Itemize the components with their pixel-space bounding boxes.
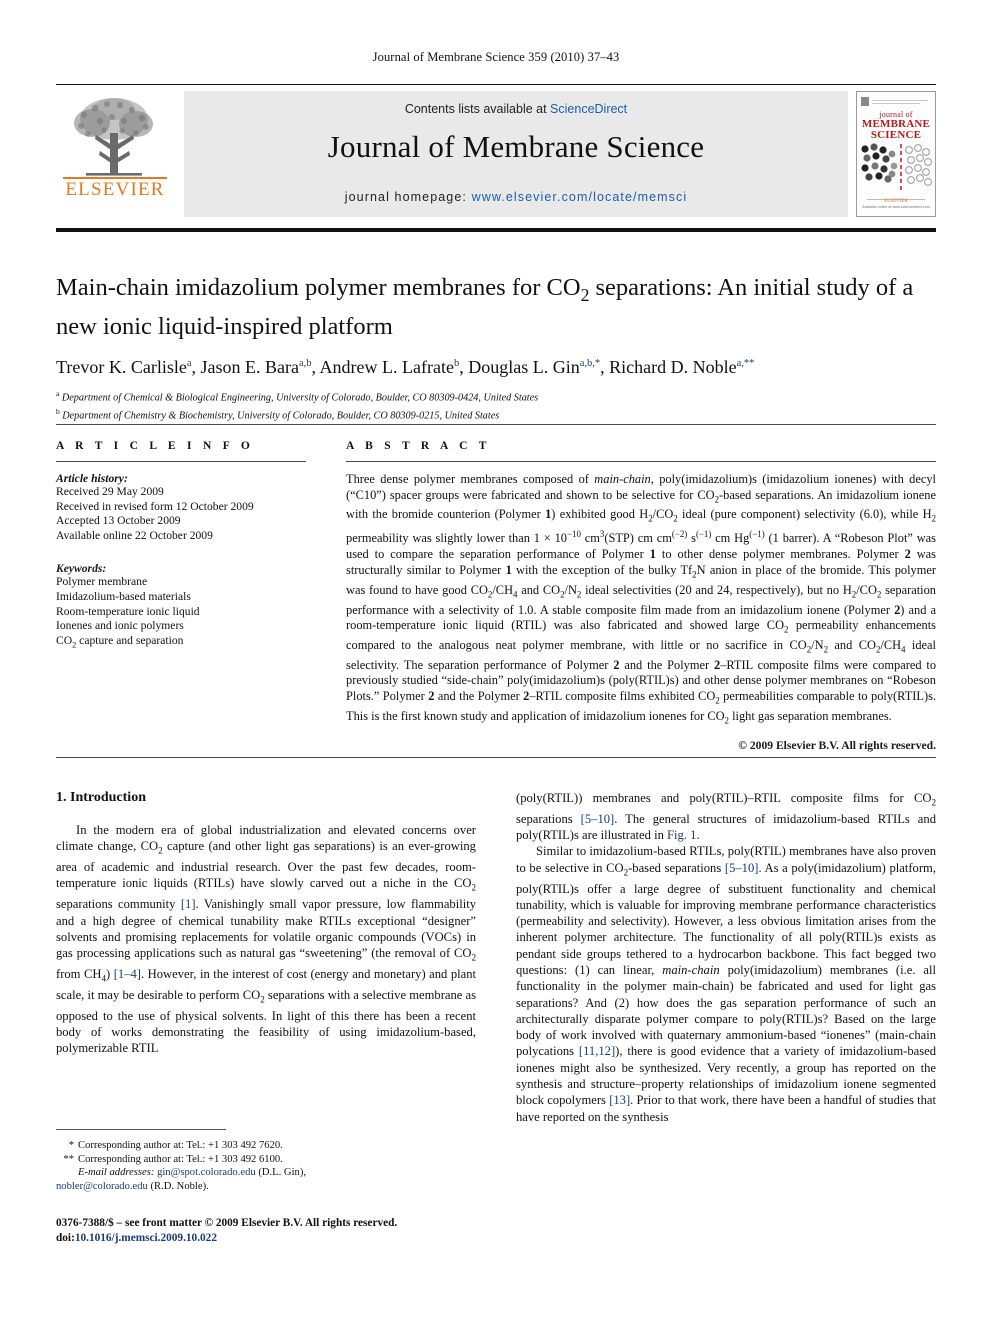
article-info-rule — [56, 461, 306, 462]
abstract-copyright: © 2009 Elsevier B.V. All rights reserved… — [738, 738, 936, 752]
intro-paragraph-1: In the modern era of global industrializ… — [56, 823, 477, 1056]
section-heading-introduction: 1. Introduction — [56, 790, 146, 805]
masthead-bottom-rule — [56, 228, 936, 232]
footnote-mark: * — [68, 1140, 74, 1151]
elsevier-tree-icon — [74, 98, 153, 176]
citation-link[interactable]: [13] — [609, 1093, 630, 1107]
journal-cover-thumbnail: journal of MEMBRANE SCIENCE ELSEVIER Ava… — [856, 91, 936, 217]
citation-link[interactable]: [1–4] — [114, 967, 141, 981]
article-history-item: Available online 22 October 2009 — [56, 528, 213, 542]
intro-paragraph-2: Similar to imidazolium-based RTILs, poly… — [516, 844, 936, 1124]
journal-homepage-link[interactable]: www.elsevier.com/locate/memsci — [472, 190, 688, 204]
cover-artwork-icon — [861, 143, 932, 190]
email-addresses-label: E-mail addresses: — [78, 1167, 155, 1179]
intro-paragraph-1-continued: (poly(RTIL)) membranes and poly(RTIL)–RT… — [516, 791, 936, 843]
article-info-heading: A R T I C L E I N F O — [56, 440, 255, 452]
affiliation-item: b Department of Chemistry & Biochemistry… — [56, 405, 936, 423]
elsevier-logo: ELSEVIER — [56, 91, 174, 217]
email-owner-noble: (R.D. Noble). — [150, 1180, 209, 1192]
affiliation-mark: a — [56, 388, 60, 398]
abstract-heading: A B S T R A C T — [346, 440, 491, 452]
doi-label: doi: — [56, 1231, 75, 1244]
article-page: Journal of Membrane Science 359 (2010) 3… — [0, 0, 992, 1323]
affiliation-text: Department of Chemical & Biological Engi… — [61, 392, 539, 404]
body-column-right: (poly(RTIL)) membranes and poly(RTIL)–RT… — [516, 790, 936, 1125]
keyword-item: Polymer membrane — [56, 575, 148, 589]
email-link-gin[interactable]: gin@spot.colorado.edu — [157, 1167, 256, 1178]
cover-footer-note: Available online at www.sciencedirect.co… — [862, 205, 930, 209]
author-name: Andrew L. Lafrate — [319, 356, 454, 377]
citation-link[interactable]: [1] — [181, 897, 196, 911]
affiliation-list: a Department of Chemical & Biological En… — [56, 387, 936, 423]
keywords-block: Keywords: Polymer membrane Imidazolium-b… — [56, 562, 306, 652]
author-name: Trevor K. Carlisle — [56, 356, 187, 377]
cover-publisher-mark: ELSEVIER — [884, 199, 908, 204]
keywords-label: Keywords: — [56, 562, 107, 576]
citation-link[interactable]: [11,12] — [579, 1044, 615, 1058]
affiliation-mark: b — [56, 406, 60, 416]
author-list: Trevor K. Carlislea, Jason E. Baraa,b, A… — [56, 356, 755, 377]
body-column-left: 1. Introduction In the modern era of glo… — [56, 790, 476, 1056]
sciencedirect-link[interactable]: ScienceDirect — [550, 102, 627, 116]
author-name: Douglas L. Gin — [468, 356, 580, 377]
author-name: Jason E. Bara — [200, 356, 299, 377]
page-title: Main-chain imidazolium polymer membranes… — [56, 272, 936, 343]
keyword-item: Ionenes and ionic polymers — [56, 619, 184, 633]
article-history-item: Accepted 13 October 2009 — [56, 514, 181, 528]
contents-prefix-text: Contents lists available at — [404, 102, 551, 116]
article-history-item: Received 29 May 2009 — [56, 485, 164, 498]
affiliation-item: a Department of Chemical & Biological En… — [56, 387, 936, 405]
affiliation-text: Department of Chemistry & Biochemistry, … — [62, 410, 500, 422]
email-owner-gin: (D.L. Gin), — [258, 1167, 306, 1179]
author-affiliation-mark: b — [453, 357, 460, 369]
abstract-rule — [346, 461, 936, 462]
running-head: Journal of Membrane Science 359 (2010) 3… — [372, 50, 620, 64]
journal-masthead: ELSEVIER Contents lists available at Sci… — [56, 84, 936, 221]
article-history-item: Received in revised form 12 October 2009 — [56, 499, 254, 513]
footnote-divider — [56, 1129, 226, 1130]
author-affiliation-mark: a,b,* — [579, 357, 601, 369]
footnote-emails-2: nobler@colorado.edu (R.D. Noble). — [56, 1180, 476, 1194]
author-affiliation-mark: a — [186, 357, 192, 369]
contents-available-line: Contents lists available at ScienceDirec… — [184, 102, 848, 116]
masthead-center-band: Contents lists available at ScienceDirec… — [184, 91, 848, 217]
footnote-text: Corresponding author at: Tel.: +1 303 49… — [78, 1153, 283, 1165]
title-block: Main-chain imidazolium polymer membranes… — [56, 272, 936, 423]
elsevier-wordmark: ELSEVIER — [65, 179, 165, 200]
figure-link[interactable]: Fig. 1 — [667, 828, 696, 842]
doi-link[interactable]: 10.1016/j.memsci.2009.10.022 — [75, 1232, 217, 1244]
info-band-top-rule — [56, 424, 936, 426]
cover-line-science: SCIENCE — [870, 129, 922, 141]
footnote-text: Corresponding author at: Tel.: +1 303 49… — [78, 1140, 283, 1151]
info-band-bottom-rule — [56, 757, 936, 759]
homepage-label: journal homepage: — [344, 190, 472, 204]
footnote-block: * Corresponding author at: Tel.: +1 303 4… — [56, 1139, 476, 1193]
footnote-item: * Corresponding author at: Tel.: +1 303 4… — [56, 1139, 476, 1153]
citation-link[interactable]: [5–10] — [581, 812, 615, 826]
issn-front-matter: 0376-7388/$ – see front matter © 2009 El… — [56, 1217, 398, 1229]
keyword-item: CO2 capture and separation — [56, 633, 184, 650]
author-affiliation-mark: a,b — [298, 357, 312, 369]
article-history-label: Article history: — [56, 472, 128, 485]
doi-line: doi:10.1016/j.memsci.2009.10.022 — [56, 1231, 486, 1246]
citation-link[interactable]: [5–10] — [725, 861, 759, 875]
abstract-column: A B S T R A C T Three dense polymer memb… — [346, 440, 936, 752]
abstract-text: Three dense polymer membranes composed o… — [346, 472, 937, 726]
author-affiliation-mark: a,** — [736, 357, 755, 369]
email-link-noble[interactable]: nobler@colorado.edu — [56, 1181, 148, 1192]
title-text-part1: Main-chain imidazolium polymer membranes… — [56, 274, 581, 301]
footnote-mark: ** — [63, 1153, 74, 1165]
author-name: Richard D. Noble — [609, 356, 737, 377]
journal-homepage-line: journal homepage: www.elsevier.com/locat… — [184, 190, 848, 204]
keyword-item: Imidazolium-based materials — [56, 589, 191, 603]
article-info-column: A R T I C L E I N F O Article history: R… — [56, 440, 306, 653]
footnote-item: ** Corresponding author at: Tel.: +1 303 … — [56, 1153, 476, 1167]
keyword-item: Room-temperature ionic liquid — [56, 604, 200, 618]
journal-title: Journal of Membrane Science — [327, 129, 705, 164]
footer-imprint: 0376-7388/$ – see front matter © 2009 El… — [56, 1216, 486, 1245]
footnote-emails: E-mail addresses: gin@spot.colorado.edu … — [56, 1166, 476, 1180]
cover-header-icon — [861, 97, 928, 106]
